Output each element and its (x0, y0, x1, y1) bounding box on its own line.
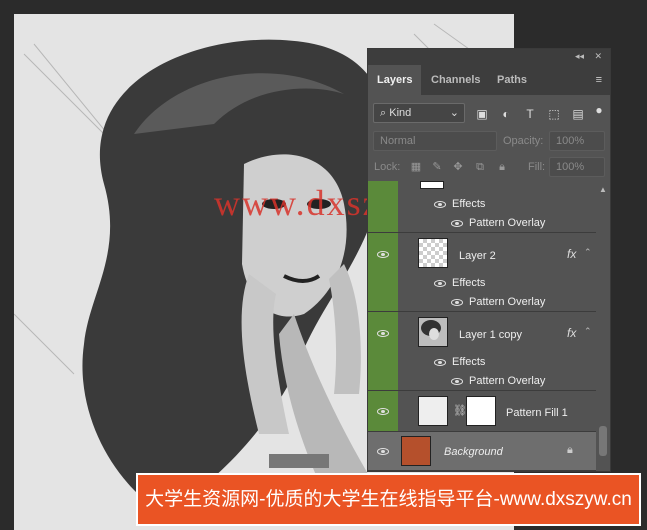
fill-field[interactable]: 100% (549, 157, 605, 177)
eye-icon[interactable] (451, 378, 463, 385)
opacity-label: Opacity: (503, 135, 544, 147)
layer-mask-thumbnail (466, 396, 496, 426)
layer-name[interactable]: Pattern Fill 1 (506, 407, 568, 419)
adjustment-filter-icon[interactable]: ◐ (499, 107, 513, 121)
fill-label: Fill: (528, 161, 546, 173)
scroll-up-icon[interactable]: ▲ (599, 185, 607, 194)
collapse-icon[interactable]: ◂◂ (575, 51, 584, 62)
lock-all-icon[interactable]: 🔒︎ (496, 161, 508, 173)
panel-title-bar: ◂◂ ✕ (368, 49, 610, 65)
lock-transparent-icon[interactable]: ▦ (410, 161, 422, 173)
visibility-column (368, 181, 398, 232)
layer-name[interactable]: Layer 1 copy (459, 329, 522, 341)
shape-filter-icon[interactable]: ⬚ (547, 107, 561, 121)
visibility-column (368, 233, 398, 311)
layer-row-layer-2[interactable]: Layer 2 fx ⌃ Effects Pattern Overlay (368, 233, 596, 312)
smart-object-filter-icon[interactable]: ▤ (571, 107, 585, 121)
layers-list: Effects Pattern Overlay Layer 2 fx ⌃ Eff… (368, 181, 596, 471)
lock-icon: 🔒︎ (567, 444, 573, 456)
pattern-overlay-label: Pattern Overlay (451, 375, 545, 387)
chevron-up-icon[interactable]: ⌃ (584, 247, 592, 258)
layer-thumbnail (418, 238, 448, 268)
blend-mode-value: Normal (380, 135, 416, 147)
eye-icon[interactable] (451, 220, 463, 227)
search-icon: ⌕ (380, 107, 387, 119)
fill-adjustment-icon (418, 396, 448, 426)
chevron-down-icon: ⌄ (449, 107, 459, 119)
filter-toggle-icon[interactable]: ● (594, 103, 604, 121)
layers-panel: ◂◂ ✕ Layers Channels Paths ≡ ⌕ Kind ⌄ ▣ … (367, 48, 611, 472)
lock-position-icon[interactable]: ✥ (452, 161, 464, 173)
eye-icon[interactable] (377, 330, 389, 337)
layer-row-layer-1-copy[interactable]: Layer 1 copy fx ⌃ Effects Pattern Overla… (368, 312, 596, 391)
fx-icon[interactable]: fx (567, 326, 576, 340)
pattern-overlay-label: Pattern Overlay (451, 217, 545, 229)
layer-name[interactable]: Background (444, 446, 503, 458)
pattern-overlay-label: Pattern Overlay (451, 296, 545, 308)
eye-icon[interactable] (434, 201, 446, 208)
layer-row-top-partial[interactable]: Effects Pattern Overlay (368, 181, 596, 233)
fill-value: 100% (556, 161, 585, 173)
image-filter-icon[interactable]: ▣ (475, 107, 489, 121)
fx-icon[interactable]: fx (567, 247, 576, 261)
scrollbar-thumb[interactable] (599, 426, 607, 456)
eye-icon[interactable] (377, 408, 389, 415)
filter-kind-dropdown[interactable]: ⌕ Kind ⌄ (373, 103, 465, 123)
eye-icon[interactable] (434, 359, 446, 366)
tab-layers[interactable]: Layers (368, 65, 422, 95)
lock-brush-icon[interactable]: ✎ (431, 161, 443, 173)
effects-label: Effects (434, 356, 485, 368)
eye-icon[interactable] (451, 299, 463, 306)
eye-icon[interactable] (377, 251, 389, 258)
link-icon[interactable]: ⛓︎ (453, 404, 467, 417)
opacity-field[interactable]: 100% (549, 131, 605, 151)
effects-label: Effects (434, 277, 485, 289)
blend-mode-dropdown[interactable]: Normal (373, 131, 497, 151)
opacity-value: 100% (556, 135, 585, 147)
tab-paths[interactable]: Paths (488, 65, 536, 95)
visibility-column (368, 391, 398, 431)
layer-thumbnail (418, 317, 448, 347)
eye-icon[interactable] (377, 448, 389, 455)
layer-name[interactable]: Layer 2 (459, 250, 496, 262)
close-icon[interactable]: ✕ (594, 51, 602, 62)
lock-label: Lock: (374, 161, 401, 173)
eye-icon[interactable] (434, 280, 446, 287)
filter-kind-label: Kind (389, 107, 412, 119)
layer-thumbnail (401, 436, 431, 466)
visibility-column (368, 312, 398, 390)
type-filter-icon[interactable]: T (523, 107, 537, 121)
sketch-thumbnail-icon (421, 320, 441, 340)
effects-label: Effects (434, 198, 485, 210)
panel-menu-icon[interactable]: ≡ (596, 74, 602, 86)
layer-row-pattern-fill-1[interactable]: ⛓︎ Pattern Fill 1 (368, 391, 596, 432)
layer-row-background[interactable]: Background 🔒︎ (368, 432, 596, 471)
layers-scrollbar[interactable]: ▲ (596, 181, 610, 471)
panel-tabs: Layers Channels Paths ≡ (368, 65, 610, 95)
lock-artboard-icon[interactable]: ⧉ (474, 161, 486, 173)
promo-banner: 大学生资源网-优质的大学生在线指导平台-www.dxszyw.cn (136, 473, 641, 526)
chevron-up-icon[interactable]: ⌃ (584, 326, 592, 337)
layer-thumbnail (420, 181, 444, 189)
tab-channels[interactable]: Channels (422, 65, 490, 95)
